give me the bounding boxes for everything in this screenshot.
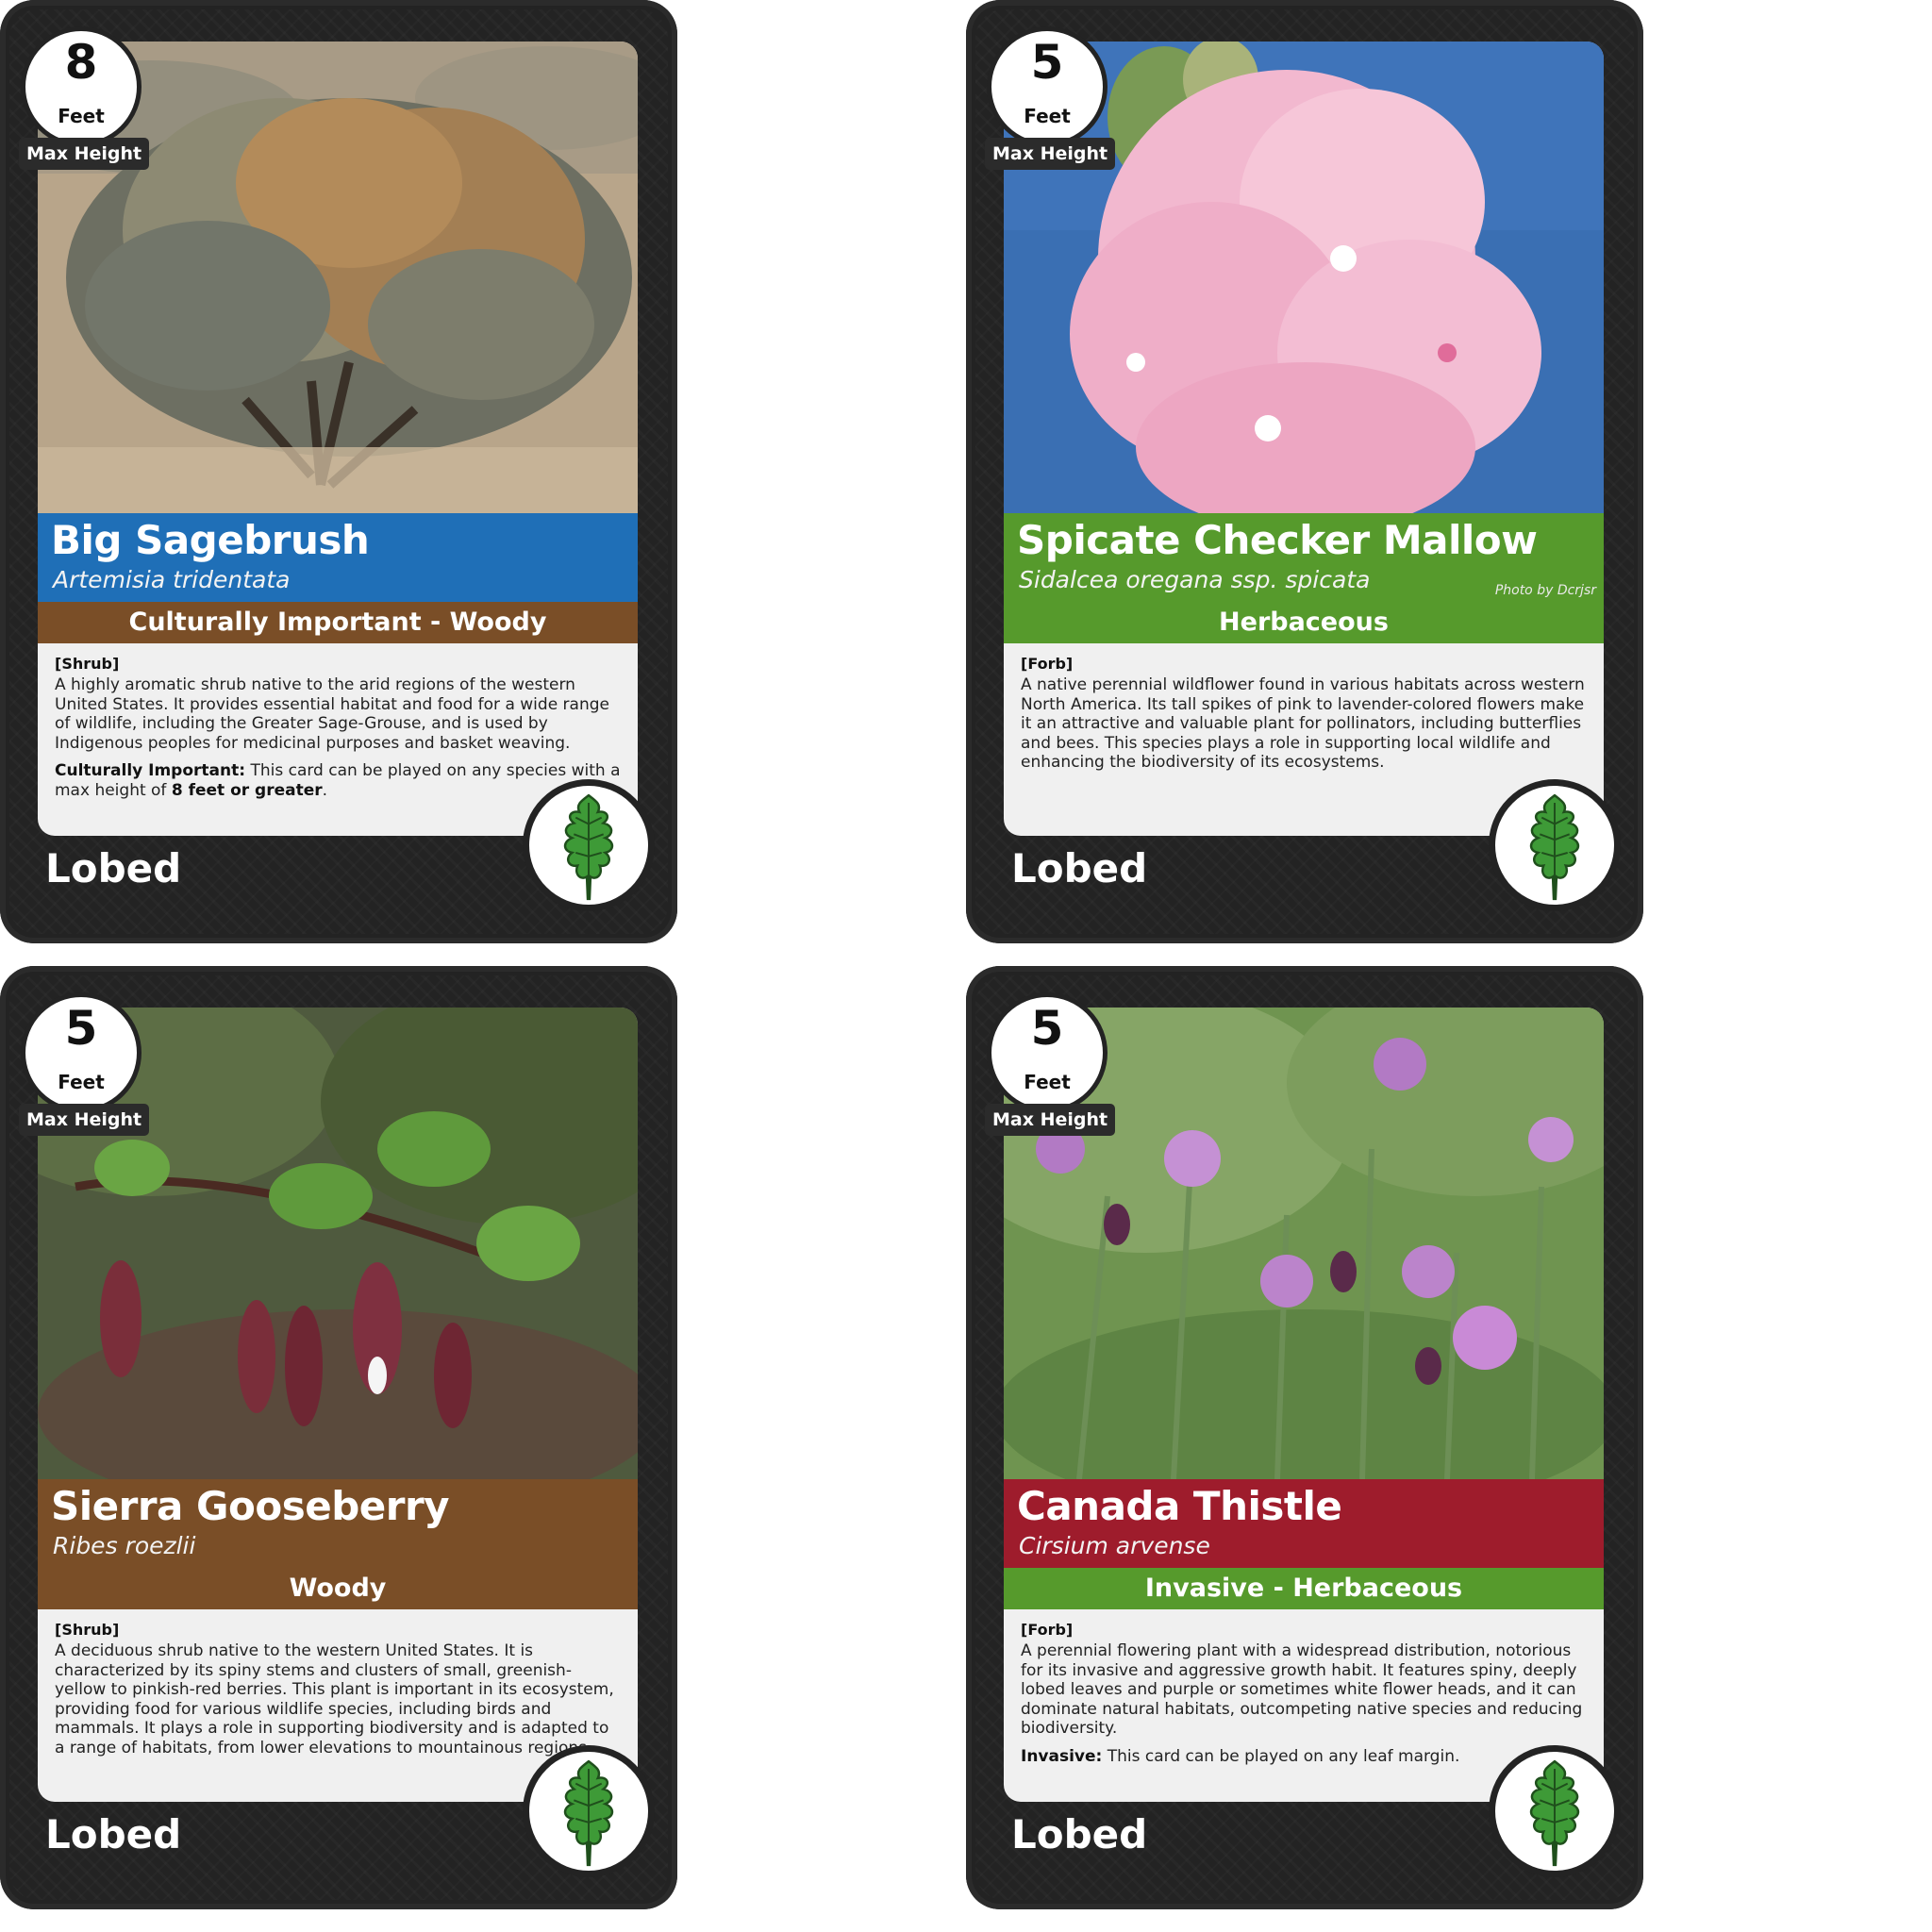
scientific-name: Artemisia tridentata	[53, 566, 291, 593]
leaf-margin-badge	[523, 1745, 655, 1877]
plant-card[interactable]: Sierra Gooseberry Ribes roezlii Woody [S…	[0, 966, 677, 1909]
leaf-margin-badge	[1489, 1745, 1621, 1877]
description: A native perennial wildflower found in v…	[1021, 675, 1585, 772]
leaf-margin-badge	[1489, 779, 1621, 911]
scientific-name: Cirsium arvense	[1019, 1532, 1210, 1559]
common-name: Canada Thistle	[1017, 1483, 1342, 1529]
max-height-badge: 5 Feet	[21, 992, 142, 1113]
card-text: [Forb] A perennial flowering plant with …	[1021, 1621, 1587, 1766]
lobed-leaf-icon	[563, 793, 614, 901]
height-value: 8	[64, 35, 98, 90]
ability-text: Culturally Important: This card can be p…	[55, 761, 621, 800]
title-bar: Big Sagebrush Artemisia tridentata	[38, 513, 638, 602]
ability-body: This card can be played on any leaf marg…	[1102, 1746, 1460, 1766]
category-bar: Culturally Important - Woody	[38, 602, 638, 643]
card-text: [Forb] A native perennial wildflower fou…	[1021, 655, 1587, 773]
ability-label: Culturally Important:	[55, 761, 246, 780]
plant-type: [Shrub]	[55, 1621, 120, 1639]
plant-type: [Shrub]	[55, 655, 120, 673]
max-height-label: Max Height	[985, 138, 1116, 170]
lobed-leaf-icon	[563, 1759, 614, 1867]
description: A highly aromatic shrub native to the ar…	[55, 675, 609, 753]
max-height-badge: 5 Feet	[987, 992, 1108, 1113]
lobed-leaf-icon	[1529, 793, 1580, 901]
height-unit: Feet	[1024, 1071, 1071, 1093]
common-name: Sierra Gooseberry	[51, 1483, 450, 1529]
lobed-leaf-icon	[1529, 1759, 1580, 1867]
max-height-label: Max Height	[985, 1104, 1116, 1136]
title-bar: Spicate Checker Mallow Sidalcea oregana …	[1004, 513, 1604, 602]
height-unit: Feet	[58, 1071, 105, 1093]
max-height-badge: 5 Feet	[987, 26, 1108, 147]
title-bar: Canada Thistle Cirsium arvense	[1004, 1479, 1604, 1568]
card-text: [Shrub] A highly aromatic shrub native t…	[55, 655, 621, 800]
plant-type: [Forb]	[1021, 1621, 1074, 1639]
leaf-margin-label: Lobed	[45, 1811, 182, 1857]
plant-type: [Forb]	[1021, 655, 1074, 673]
height-value: 5	[64, 1001, 98, 1056]
ability-emphasis: 8 feet or greater	[171, 780, 323, 800]
title-bar: Sierra Gooseberry Ribes roezlii	[38, 1479, 638, 1568]
height-unit: Feet	[58, 105, 105, 127]
leaf-margin-badge	[523, 779, 655, 911]
category-bar: Woody	[38, 1568, 638, 1609]
plant-card[interactable]: Big Sagebrush Artemisia tridentata Cultu…	[0, 0, 677, 943]
ability-label: Invasive:	[1021, 1746, 1103, 1766]
height-unit: Feet	[1024, 105, 1071, 127]
description: A perennial flowering plant with a wides…	[1021, 1641, 1583, 1738]
category-bar: Herbaceous	[1004, 602, 1604, 643]
ability-end: .	[322, 780, 328, 800]
leaf-margin-label: Lobed	[1011, 1811, 1148, 1857]
card-text: [Shrub] A deciduous shrub native to the …	[55, 1621, 621, 1757]
height-value: 5	[1030, 1001, 1064, 1056]
description: A deciduous shrub native to the western …	[55, 1641, 614, 1757]
max-height-label: Max Height	[19, 138, 150, 170]
common-name: Spicate Checker Mallow	[1017, 517, 1538, 563]
max-height-label: Max Height	[19, 1104, 150, 1136]
scientific-name: Ribes roezlii	[53, 1532, 196, 1559]
category-bar: Invasive - Herbaceous	[1004, 1568, 1604, 1609]
plant-card[interactable]: Spicate Checker Mallow Sidalcea oregana …	[966, 0, 1643, 943]
leaf-margin-label: Lobed	[45, 845, 182, 891]
common-name: Big Sagebrush	[51, 517, 370, 563]
ability-text: Invasive: This card can be played on any…	[1021, 1747, 1587, 1767]
height-value: 5	[1030, 35, 1064, 90]
scientific-name: Sidalcea oregana ssp. spicata	[1019, 566, 1371, 593]
plant-card[interactable]: Canada Thistle Cirsium arvense Invasive …	[966, 966, 1643, 1909]
max-height-badge: 8 Feet	[21, 26, 142, 147]
photo-credit: Photo by Dcrjsr	[1494, 583, 1596, 598]
leaf-margin-label: Lobed	[1011, 845, 1148, 891]
